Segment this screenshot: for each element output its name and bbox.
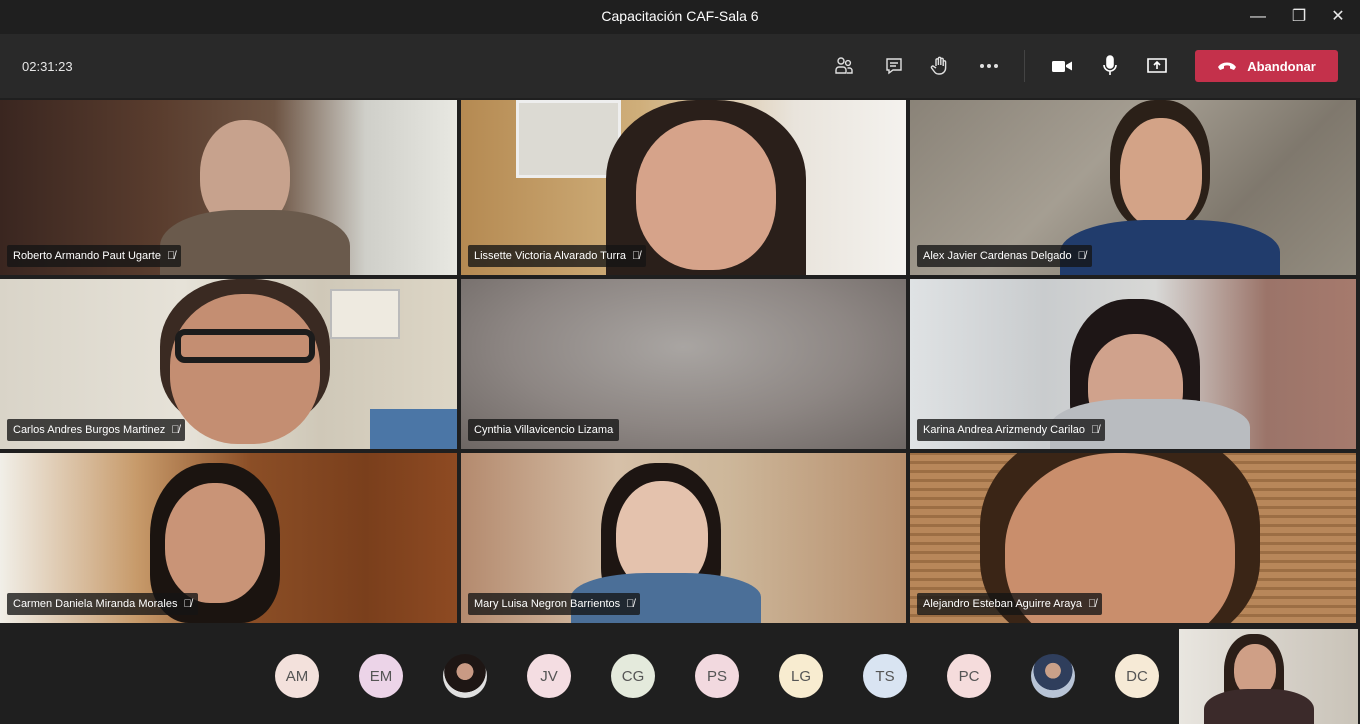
hang-up-icon [1218,62,1237,70]
raise-hand-icon [930,56,947,75]
toolbar-separator [1024,50,1025,82]
mic-off-icon: 🎙̸ [166,250,176,262]
avatar-initials: PC [958,667,980,685]
participant-avatar[interactable]: AM [275,654,319,698]
participant-body [160,210,350,275]
participant-avatar-photo[interactable] [1031,654,1075,698]
participant-video [170,294,320,444]
more-options-button[interactable] [975,52,1003,80]
window-title: Capacitación CAF-Sala 6 [601,8,759,24]
share-screen-icon [1147,58,1167,73]
participant-avatar[interactable]: DC [1115,654,1159,698]
meeting-toolbar: 02:31:23 Abandonar [0,34,1360,98]
video-tile[interactable]: Carmen Daniela Miranda Morales 🎙̸ [0,453,457,623]
avatar-initials: LG [790,667,811,685]
video-tile[interactable]: Lissette Victoria Alvarado Turra 🎙̸ [461,100,906,275]
call-timer: 02:31:23 [22,59,73,74]
participant-video [1120,118,1202,228]
participant-avatar[interactable]: PS [695,654,739,698]
video-tile[interactable]: Mary Luisa Negron Barrientos 🎙̸ [461,453,906,623]
avatar-initials: AM [285,667,309,685]
leave-button[interactable]: Abandonar [1195,50,1338,82]
chat-icon [886,58,902,75]
participant-body [1060,220,1280,275]
mic-off-icon: 🎙̸ [1077,250,1086,262]
avatar-initials: EM [369,667,393,685]
microphone-icon [1103,55,1117,75]
video-tile[interactable]: Alex Javier Cardenas Delgado 🎙̸ [910,100,1356,275]
mic-off-icon: 🎙̸ [1088,598,1097,610]
avatar-initials: CG [621,667,645,685]
share-screen-button[interactable] [1143,52,1171,80]
mic-off-icon: 🎙̸ [171,424,180,436]
raise-hand-button[interactable] [926,52,954,80]
participant-name-tag: Alejandro Esteban Aguirre Araya 🎙̸ [917,593,1103,615]
video-tile[interactable]: Carlos Andres Burgos Martinez 🎙̸ [0,279,457,449]
mic-off-icon: 🎙̸ [626,598,635,610]
participant-avatar[interactable]: PC [947,654,991,698]
participant-avatar-photo[interactable] [443,654,487,698]
title-bar: Capacitación CAF-Sala 6 — ❐ ✕ [0,0,1360,34]
participant-avatar[interactable]: JV [527,654,571,698]
restore-button[interactable]: ❐ [1284,4,1314,30]
video-tile[interactable]: Alejandro Esteban Aguirre Araya 🎙̸ [910,453,1356,623]
minimize-button[interactable]: — [1243,4,1273,30]
participant-name: Roberto Armando Paut Ugarte [13,250,161,262]
chat-button[interactable] [880,52,908,80]
participant-video [636,120,776,270]
participant-name-tag: Lissette Victoria Alvarado Turra 🎙̸ [468,245,647,267]
avatar-initials: DC [1126,667,1148,685]
participant-avatar[interactable]: CG [611,654,655,698]
self-body [1204,689,1314,724]
avatar-initials: PS [706,667,727,685]
mic-off-icon: 🎙̸ [183,598,192,610]
video-tile[interactable]: Karina Andrea Arizmendy Carilao 🎙̸ [910,279,1356,449]
participants-button[interactable] [830,52,858,80]
participant-name-tag: Alex Javier Cardenas Delgado 🎙̸ [917,245,1092,267]
participant-name: Alejandro Esteban Aguirre Araya [923,598,1082,610]
participant-name: Carlos Andres Burgos Martinez [13,424,166,436]
video-tile[interactable]: Cynthia Villavicencio Lizama [461,279,906,449]
self-view-video[interactable] [1179,629,1358,724]
more-options-icon [980,64,998,68]
background-object [370,409,457,449]
wall-photo [516,100,621,178]
participant-name-tag: Karina Andrea Arizmendy Carilao 🎙̸ [917,419,1106,441]
participant-avatar[interactable]: TS [863,654,907,698]
avatar-initials: JV [540,667,558,685]
mic-off-icon: 🎙̸ [1091,424,1100,436]
participant-name: Mary Luisa Negron Barrientos [474,598,621,610]
camera-button[interactable] [1048,52,1076,80]
participant-name-tag: Carlos Andres Burgos Martinez 🎙̸ [7,419,186,441]
video-grid: Roberto Armando Paut Ugarte 🎙̸ Lissette V… [0,98,1360,628]
mic-off-icon: 🎙̸ [632,250,641,262]
avatar-initials: TS [875,667,895,685]
participant-name: Carmen Daniela Miranda Morales [13,598,178,610]
participants-icon [835,57,853,74]
glasses [175,329,315,363]
close-button[interactable]: ✕ [1323,4,1353,30]
participant-avatar[interactable]: LG [779,654,823,698]
participant-name-tag: Cynthia Villavicencio Lizama [468,419,620,441]
video-tile[interactable]: Roberto Armando Paut Ugarte 🎙̸ [0,100,457,275]
wall-certificate [330,289,400,339]
participant-name: Alex Javier Cardenas Delgado [923,250,1072,262]
participant-avatar[interactable]: EM [359,654,403,698]
participant-video [165,483,265,603]
participant-name-tag: Mary Luisa Negron Barrientos 🎙̸ [468,593,641,615]
participant-name: Karina Andrea Arizmendy Carilao [923,424,1086,436]
participant-name: Lissette Victoria Alvarado Turra [474,250,627,262]
leave-button-label: Abandonar [1247,58,1316,74]
camera-icon [1052,61,1072,72]
microphone-button[interactable] [1096,52,1124,80]
participant-name-tag: Carmen Daniela Miranda Morales 🎙̸ [7,593,198,615]
participant-name-tag: Roberto Armando Paut Ugarte 🎙̸ [7,245,182,267]
participant-name: Cynthia Villavicencio Lizama [474,424,614,436]
participants-strip: AM EM JV CG PS LG TS PC DC [0,628,1360,724]
